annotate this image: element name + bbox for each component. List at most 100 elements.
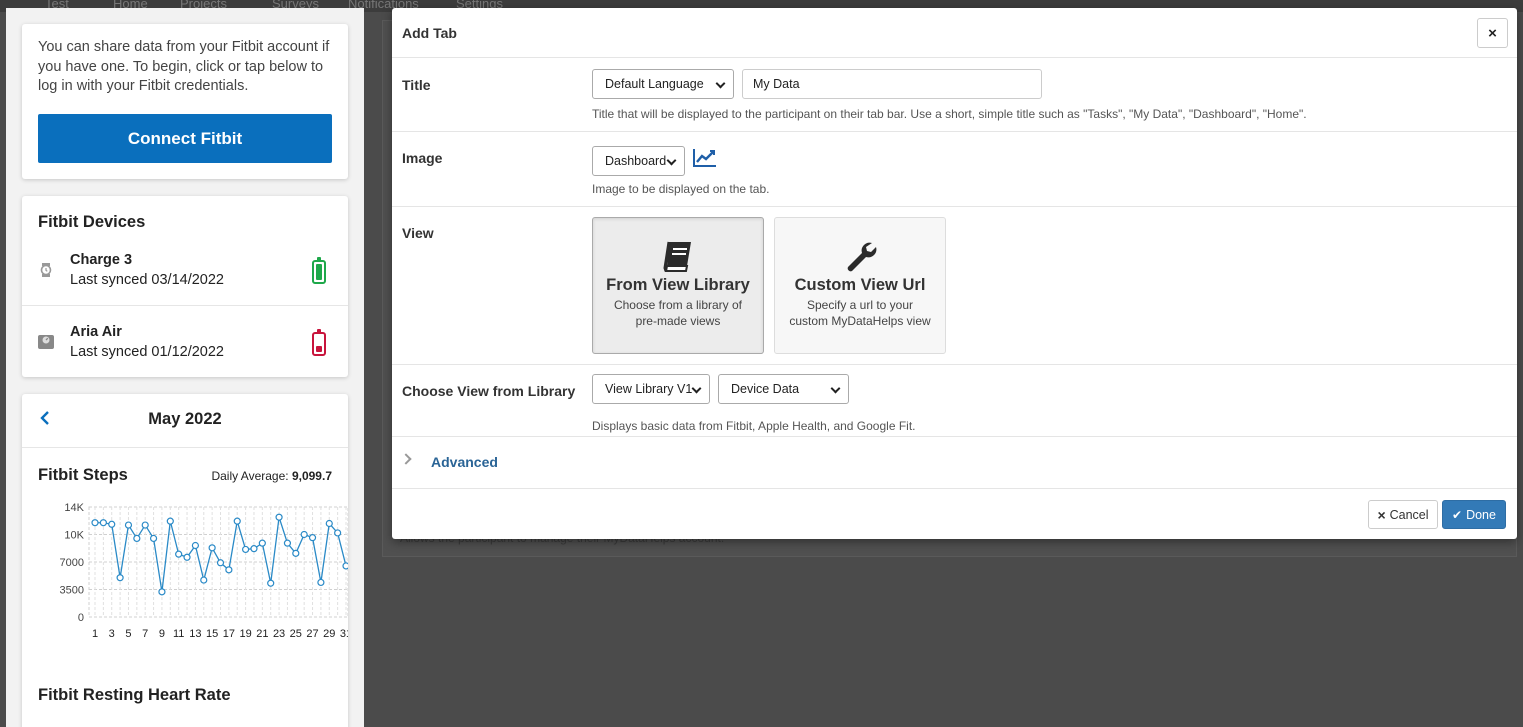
watch-icon [40,263,52,277]
steps-data-point [141,521,149,529]
custom-view-url-option[interactable]: Custom View Url Specify a url to your cu… [774,217,946,354]
steps-data-point [166,517,174,525]
steps-chart: 14K10K7000350001 3 5 7 9 11 13 15 17 19 21 23 25 27 29… [60,502,348,640]
cancel-label: Cancel [1389,507,1429,522]
dashboard-chart-icon [693,149,716,167]
device-data-select[interactable]: Device Data [718,374,849,404]
daily-average-value: 9,099.7 [291,469,332,483]
battery-full-icon [312,257,326,284]
connect-fitbit-button[interactable]: Connect Fitbit [38,114,332,163]
chart-y-tick-label: 3500 [60,585,84,597]
chart-x-tick-label: 15 [206,628,218,640]
steps-data-point [283,539,292,547]
battery-low-icon [312,329,326,356]
steps-data-point [158,588,166,596]
view-library-select[interactable]: View Library V1 [592,374,710,404]
steps-data-point [124,521,133,529]
chart-x-tick-label: 1 [92,628,98,640]
chart-x-tick-label: 27 [306,628,318,640]
chart-x-tick-label: 7 [142,628,148,640]
done-button[interactable]: ✔ Done [1442,500,1506,529]
steps-data-point [334,529,342,537]
choose-view-row: Choose View from Library View Library V1… [392,365,1517,437]
steps-data-point [191,541,199,550]
title-help-text: Title that will be displayed to the part… [592,107,1307,121]
daily-average: Daily Average: 9,099.7 [211,469,332,483]
cancel-button[interactable]: × Cancel [1368,500,1438,529]
modal-header: Add Tab × [392,8,1517,58]
chart-y-tick-label: 10K [64,530,84,542]
done-label: Done [1466,507,1496,522]
advanced-row[interactable]: Advanced [392,437,1517,488]
steps-data-point [133,534,141,543]
image-help-text: Image to be displayed on the tab. [592,182,770,196]
title-input[interactable]: My Data [742,69,1042,99]
option-title: Custom View Url [794,276,926,294]
steps-data-point [225,566,233,574]
chart-x-tick-label: 19 [239,628,251,640]
chart-x-tick-label: 11 [173,628,184,640]
book-icon [663,241,691,272]
fitbit-intro-text: You can share data from your Fitbit acco… [38,39,330,94]
view-row: View From View Library Choose from a lib… [392,207,1517,365]
option-description: Choose from a library of pre-made views [613,298,743,328]
steps-data-point [183,553,191,561]
steps-data-point [116,574,124,582]
image-row: Image Dashboard Image to be displayed on… [392,132,1517,207]
fitbit-devices-card: Fitbit Devices Charge 3 Last synced 03/1… [22,196,348,377]
language-select[interactable]: Default Language [592,69,734,99]
steps-data-point [317,578,325,587]
close-icon[interactable]: × [1477,18,1508,48]
steps-data-point [325,519,333,528]
steps-data-point [208,544,216,552]
choose-view-label: Choose View from Library [402,383,576,399]
steps-data-point [267,579,275,587]
chart-y-tick-label: 7000 [60,557,84,569]
chart-x-tick-label: 23 [273,628,285,640]
divider [22,447,348,448]
modal-title: Add Tab [402,25,457,41]
device-sync-date: Last synced 03/14/2022 [70,272,224,288]
image-select[interactable]: Dashboard [592,146,685,176]
steps-data-point [91,519,99,527]
title-label: Title [402,77,431,93]
check-icon: ✔ [1452,507,1463,522]
steps-data-point [292,549,300,557]
from-view-library-option[interactable]: From View Library Choose from a library … [592,217,764,354]
fitbit-resting-heart-rate-title: Fitbit Resting Heart Rate [38,686,231,704]
device-row[interactable]: Aria Air Last synced 01/12/2022 [22,316,348,388]
steps-data-point [216,559,225,567]
chart-x-tick-label: 21 [256,628,268,640]
modal-footer: × Cancel ✔ Done [392,488,1517,539]
steps-data-point [233,517,241,525]
fitbit-connect-card: You can share data from your Fitbit acco… [22,24,348,179]
steps-data-point [200,576,208,584]
chart-x-tick-label: 3 [109,628,115,640]
fitbit-charts-card: May 2022 Fitbit Steps Daily Average: 9,0… [22,394,348,727]
fitbit-steps-title: Fitbit Steps [38,466,128,484]
device-name: Aria Air [70,324,122,340]
choose-view-help-text: Displays basic data from Fitbit, Apple H… [592,419,916,433]
scale-icon [38,335,54,349]
image-label: Image [402,150,443,166]
steps-data-point [175,550,183,558]
steps-data-point [242,545,250,554]
chart-x-tick-label: 9 [159,628,165,640]
participant-preview-pane: You can share data from your Fitbit acco… [6,8,364,727]
month-label: May 2022 [148,410,222,428]
advanced-toggle[interactable]: Advanced [431,454,498,470]
chart-y-tick-label: 0 [78,612,84,624]
device-name: Charge 3 [70,252,133,268]
option-description: Specify a url to your custom MyDataHelps… [789,298,931,328]
view-label: View [402,225,434,241]
add-tab-modal: Add Tab × Title Default Language My Data… [392,8,1517,539]
chart-x-tick-label: 5 [125,628,131,640]
divider [22,305,348,306]
option-title: From View Library [606,276,750,294]
device-sync-date: Last synced 01/12/2022 [70,344,224,360]
chart-y-tick-label: 14K [64,502,84,514]
daily-average-label: Daily Average: [211,469,292,483]
chevron-right-icon [400,453,412,465]
steps-data-point [258,539,266,547]
steps-data-point [149,534,158,543]
